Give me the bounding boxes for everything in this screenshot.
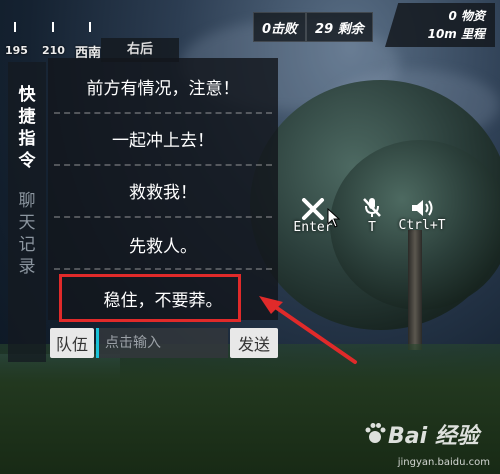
- speaker-key-label: Ctrl+T: [398, 218, 446, 233]
- baidu-paw-icon: [365, 423, 386, 443]
- tab-char: 聊: [18, 191, 36, 211]
- tab-chat-history-label: 聊天记录: [8, 190, 46, 278]
- chat-input-row: 队伍 发送: [48, 326, 280, 360]
- remaining-counter: 29 剩余: [306, 12, 373, 42]
- watermark-brand: Bai 经验: [388, 424, 479, 449]
- speaker-control[interactable]: Ctrl+T: [396, 198, 448, 233]
- baidu-watermark: Bai 经验 jingyan.baidu.com: [365, 420, 490, 468]
- divider: [54, 268, 272, 270]
- close-icon: [302, 198, 324, 220]
- match-stats: 0击败 29 剩余: [253, 12, 373, 42]
- highlight-box: [59, 274, 241, 322]
- annotation-arrow-icon: [259, 296, 357, 364]
- mic-muted-icon: [363, 198, 381, 217]
- compass-heading: 210: [42, 44, 65, 57]
- mic-key-label: T: [368, 220, 376, 235]
- compass-bar: 195 210 西南: [0, 0, 200, 61]
- tab-quick-commands[interactable]: 快捷指令: [8, 84, 46, 172]
- watermark-url: jingyan.baidu.com: [397, 457, 490, 468]
- team-channel-button[interactable]: 队伍: [50, 328, 94, 358]
- tab-char: 记: [18, 235, 36, 255]
- grass-field: [0, 344, 500, 474]
- distance-counter: 10m 里程: [427, 27, 485, 41]
- tab-chat-history[interactable]: 聊天记录: [8, 190, 46, 278]
- tab-char: 天: [18, 213, 36, 233]
- tab-char: 捷: [18, 107, 36, 127]
- compass-heading: 195: [5, 44, 28, 57]
- supplies-distance-panel: 0 物资 10m 里程: [385, 3, 495, 47]
- speaker-icon: [412, 200, 433, 216]
- tab-char: 录: [18, 257, 36, 277]
- tab-char: 指: [18, 129, 36, 149]
- mic-control[interactable]: T: [358, 196, 386, 235]
- quick-command-item[interactable]: 救救我！: [48, 164, 278, 216]
- quick-command-item[interactable]: 前方有情况，注意！: [48, 60, 278, 112]
- tab-char: 令: [18, 151, 36, 171]
- chat-side-tabs: 快捷指令 聊天记录: [8, 62, 46, 362]
- quick-command-item[interactable]: 一起冲上去！: [48, 112, 278, 164]
- chat-input[interactable]: [96, 328, 228, 358]
- compass-tick: [89, 22, 91, 32]
- tab-quick-commands-label: 快捷指令: [8, 84, 46, 172]
- tree-trunk: [408, 230, 422, 350]
- quick-command-item[interactable]: 先救人。: [48, 218, 278, 270]
- cursor-icon: [327, 208, 341, 228]
- tab-char: 快: [18, 85, 36, 105]
- kills-counter: 0击败: [253, 12, 307, 42]
- supplies-counter: 0 物资: [448, 9, 485, 23]
- compass-tick: [14, 22, 16, 32]
- compass-tick: [52, 22, 54, 32]
